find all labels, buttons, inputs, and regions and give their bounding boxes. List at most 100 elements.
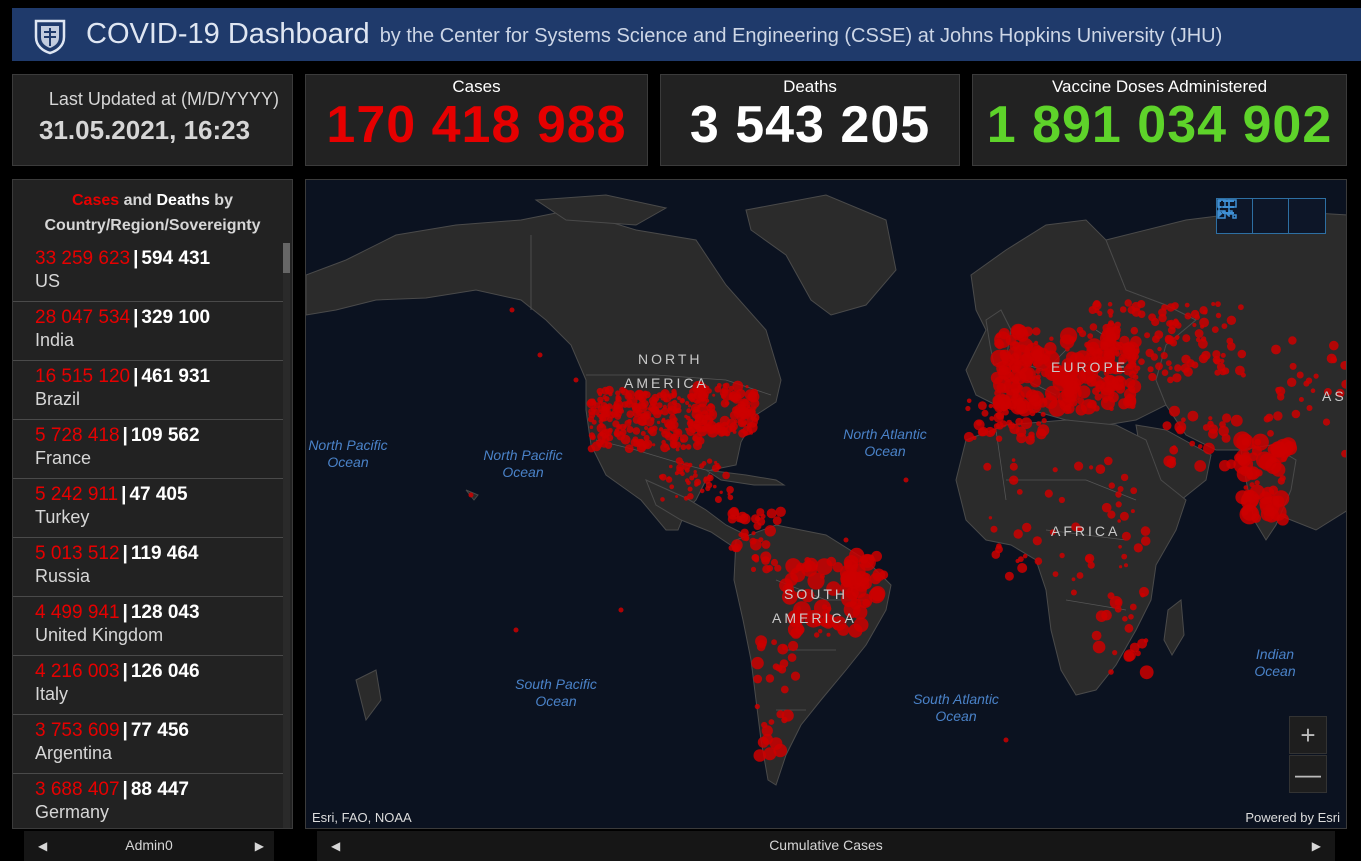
case-marker[interactable] bbox=[988, 516, 993, 520]
case-marker[interactable] bbox=[599, 418, 603, 422]
case-marker[interactable] bbox=[596, 413, 601, 417]
case-marker[interactable] bbox=[706, 426, 719, 438]
case-marker[interactable] bbox=[1211, 302, 1216, 306]
case-marker[interactable] bbox=[1306, 405, 1313, 411]
case-marker[interactable] bbox=[1076, 572, 1084, 579]
case-marker[interactable] bbox=[1187, 410, 1199, 422]
case-marker[interactable] bbox=[818, 629, 823, 634]
case-marker[interactable] bbox=[1044, 489, 1053, 498]
next-list-arrow-icon[interactable]: ▶ bbox=[255, 839, 264, 853]
case-marker[interactable] bbox=[1121, 531, 1131, 541]
case-marker[interactable] bbox=[620, 434, 631, 445]
case-marker[interactable] bbox=[740, 429, 745, 433]
case-marker[interactable] bbox=[1086, 346, 1096, 356]
case-marker[interactable] bbox=[766, 565, 774, 572]
case-marker[interactable] bbox=[1172, 373, 1182, 383]
case-marker[interactable] bbox=[1121, 553, 1128, 560]
case-marker[interactable] bbox=[1060, 327, 1078, 345]
case-marker[interactable] bbox=[724, 400, 730, 406]
case-marker[interactable] bbox=[1137, 310, 1146, 318]
case-marker[interactable] bbox=[1022, 522, 1032, 533]
case-marker[interactable] bbox=[1106, 322, 1117, 332]
case-marker[interactable] bbox=[711, 464, 720, 472]
case-marker[interactable] bbox=[703, 476, 709, 482]
case-marker[interactable] bbox=[1097, 310, 1103, 316]
case-marker[interactable] bbox=[1175, 425, 1185, 435]
country-row[interactable]: 3 688 407 | 88 447 Germany bbox=[13, 774, 284, 828]
case-marker[interactable] bbox=[1241, 504, 1258, 521]
case-marker[interactable] bbox=[1326, 353, 1337, 364]
case-marker[interactable] bbox=[1012, 341, 1020, 350]
case-marker[interactable] bbox=[632, 427, 641, 435]
case-marker[interactable] bbox=[673, 417, 678, 422]
case-marker[interactable] bbox=[1089, 323, 1098, 331]
case-marker[interactable] bbox=[1279, 475, 1286, 482]
case-marker[interactable] bbox=[773, 743, 788, 758]
case-marker[interactable] bbox=[1148, 372, 1157, 382]
case-marker[interactable] bbox=[739, 398, 749, 407]
case-marker[interactable] bbox=[614, 402, 620, 408]
case-marker[interactable] bbox=[667, 447, 671, 451]
case-marker[interactable] bbox=[1226, 459, 1236, 470]
case-marker[interactable] bbox=[1049, 336, 1054, 341]
case-marker[interactable] bbox=[1092, 640, 1106, 654]
case-marker[interactable] bbox=[661, 428, 671, 438]
case-marker[interactable] bbox=[757, 736, 769, 748]
case-marker[interactable] bbox=[597, 432, 607, 442]
case-marker[interactable] bbox=[775, 506, 786, 517]
case-marker[interactable] bbox=[1060, 375, 1074, 390]
case-marker[interactable] bbox=[716, 383, 722, 388]
case-marker[interactable] bbox=[1189, 440, 1196, 447]
case-marker[interactable] bbox=[721, 386, 729, 394]
case-marker[interactable] bbox=[1124, 623, 1134, 633]
case-marker[interactable] bbox=[1034, 557, 1043, 565]
case-marker[interactable] bbox=[669, 407, 673, 411]
case-marker[interactable] bbox=[1091, 630, 1102, 641]
case-marker[interactable] bbox=[712, 393, 716, 397]
case-marker[interactable] bbox=[627, 419, 632, 424]
case-marker[interactable] bbox=[697, 414, 708, 426]
case-marker[interactable] bbox=[686, 480, 691, 486]
case-marker[interactable] bbox=[1044, 342, 1057, 355]
case-marker[interactable] bbox=[750, 388, 759, 397]
case-marker[interactable] bbox=[591, 400, 597, 406]
case-marker[interactable] bbox=[1199, 306, 1208, 315]
case-marker[interactable] bbox=[1310, 388, 1316, 393]
case-marker[interactable] bbox=[1277, 393, 1285, 401]
case-marker[interactable] bbox=[1145, 348, 1154, 358]
country-row[interactable]: 4 216 003 | 126 046 Italy bbox=[13, 656, 284, 715]
map-canvas[interactable]: NORTH AMERICA SOUTH AMERICA EUROPE AFRIC… bbox=[306, 180, 1347, 829]
case-marker[interactable] bbox=[1087, 333, 1094, 339]
case-marker[interactable] bbox=[1106, 333, 1117, 344]
zoom-in-button[interactable]: + bbox=[1289, 716, 1327, 754]
case-marker[interactable] bbox=[1095, 464, 1106, 475]
case-marker[interactable] bbox=[1032, 327, 1041, 336]
case-marker[interactable] bbox=[1013, 359, 1021, 366]
case-marker[interactable] bbox=[537, 352, 543, 358]
case-marker[interactable] bbox=[729, 425, 736, 432]
case-marker[interactable] bbox=[1107, 301, 1113, 307]
case-marker[interactable] bbox=[1034, 340, 1039, 345]
case-marker[interactable] bbox=[665, 476, 673, 483]
case-marker[interactable] bbox=[1155, 362, 1163, 371]
case-marker[interactable] bbox=[1017, 563, 1028, 573]
country-row[interactable]: 5 728 418 | 109 562 France bbox=[13, 420, 284, 479]
case-marker[interactable] bbox=[972, 435, 977, 440]
case-marker[interactable] bbox=[751, 531, 756, 536]
case-marker[interactable] bbox=[1271, 344, 1281, 355]
case-marker[interactable] bbox=[706, 458, 713, 464]
case-marker[interactable] bbox=[1022, 553, 1028, 559]
case-marker[interactable] bbox=[1032, 536, 1042, 546]
case-marker[interactable] bbox=[1019, 366, 1036, 384]
case-marker[interactable] bbox=[1203, 442, 1215, 455]
case-marker[interactable] bbox=[1092, 300, 1102, 311]
case-marker[interactable] bbox=[1181, 417, 1186, 423]
case-marker[interactable] bbox=[788, 640, 799, 652]
case-marker[interactable] bbox=[658, 474, 664, 480]
case-marker[interactable] bbox=[1281, 456, 1287, 462]
case-marker[interactable] bbox=[1112, 650, 1118, 656]
case-marker[interactable] bbox=[1226, 315, 1237, 325]
case-marker[interactable] bbox=[626, 410, 634, 418]
case-marker[interactable] bbox=[1131, 353, 1139, 361]
case-marker[interactable] bbox=[617, 425, 622, 430]
